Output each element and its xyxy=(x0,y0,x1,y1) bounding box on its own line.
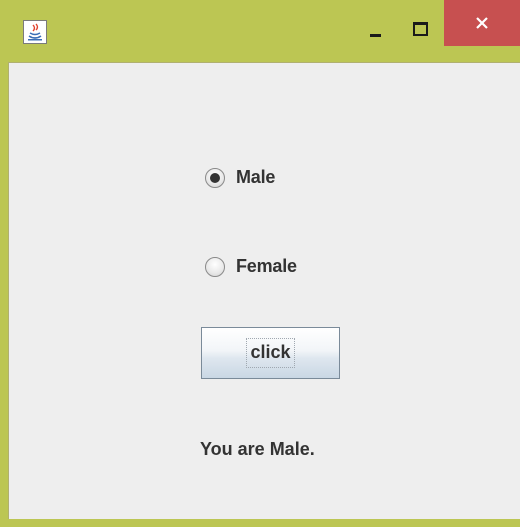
radio-female-label[interactable]: Female xyxy=(236,256,297,277)
focus-indicator: click xyxy=(246,338,295,368)
click-button-label: click xyxy=(250,342,291,362)
radio-female[interactable]: Female xyxy=(205,256,297,277)
close-icon xyxy=(444,0,520,46)
content-panel: Male Female click You are Male. xyxy=(8,62,520,519)
minimize-button[interactable] xyxy=(350,0,400,44)
java-cup-icon[interactable] xyxy=(23,20,47,44)
minimize-icon xyxy=(370,34,381,37)
maximize-button[interactable] xyxy=(400,0,444,44)
radio-button-icon[interactable] xyxy=(205,167,225,188)
radio-male-label[interactable]: Male xyxy=(236,167,275,188)
radio-button-icon[interactable] xyxy=(205,256,225,277)
maximize-icon xyxy=(413,22,428,36)
result-label: You are Male. xyxy=(200,439,315,459)
app-window: Male Female click You are Male. xyxy=(0,0,520,527)
title-bar[interactable] xyxy=(0,0,520,62)
radio-selected-dot xyxy=(210,172,220,183)
radio-male[interactable]: Male xyxy=(205,167,275,188)
click-button[interactable]: click xyxy=(201,327,340,379)
close-button[interactable] xyxy=(444,0,520,46)
